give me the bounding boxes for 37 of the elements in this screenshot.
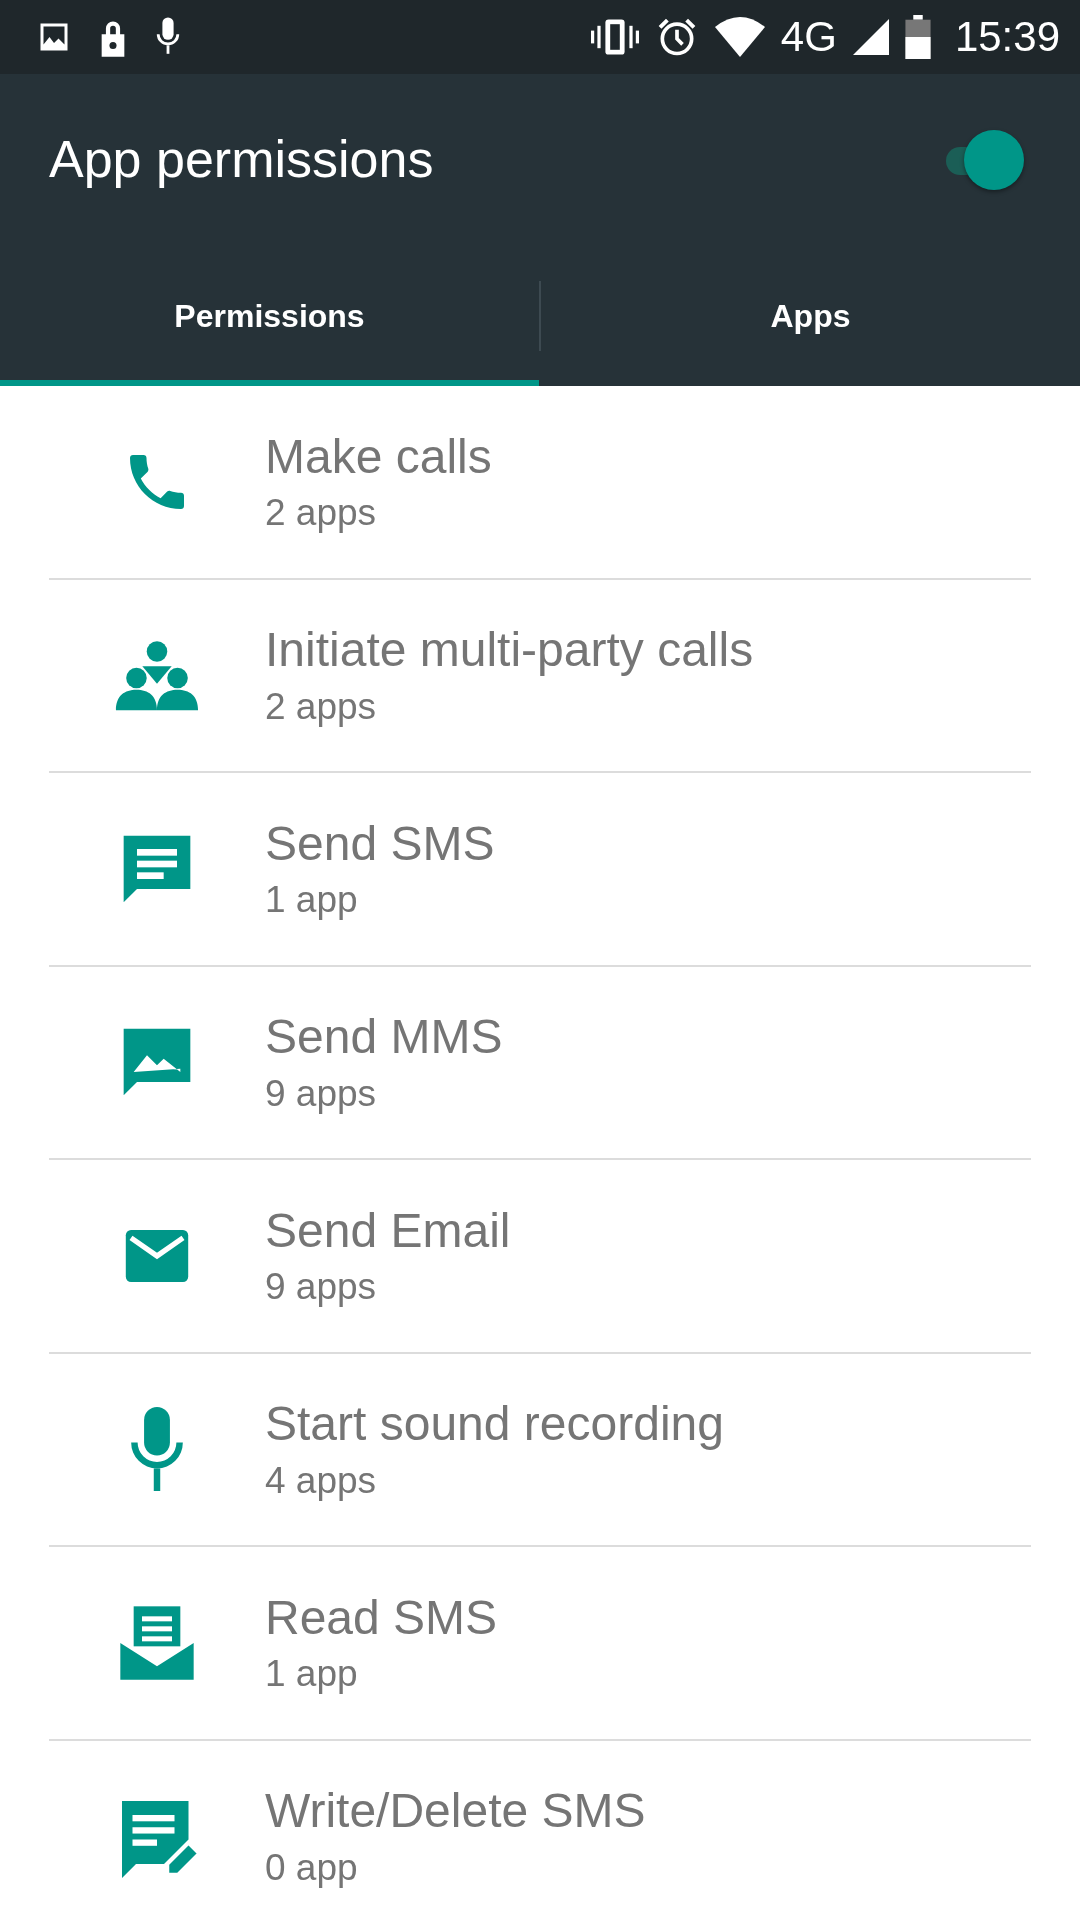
- clock-time: 15:39: [954, 16, 1060, 58]
- tab[interactable]: Apps: [541, 245, 1080, 386]
- app-count: 9 apps: [265, 1265, 378, 1310]
- app-count: 9 apps: [265, 1071, 378, 1116]
- network-type: 4G: [780, 16, 837, 58]
- permission-item[interactable]: Make calls 2 apps: [49, 386, 1031, 580]
- permission-item[interactable]: Start sound recording 4 apps: [49, 1353, 1031, 1547]
- permission-title: Initiate multi-party calls: [265, 622, 754, 679]
- permission-item[interactable]: Send MMS 9 apps: [49, 966, 1031, 1160]
- wifi-icon: [714, 17, 765, 57]
- permission-title: Send MMS: [265, 1009, 503, 1066]
- permission-title: Write/Delete SMS: [265, 1783, 646, 1840]
- permission-title: Read SMS: [265, 1589, 498, 1646]
- microphone-icon: [131, 1407, 183, 1492]
- permission-title: Start sound recording: [265, 1396, 724, 1453]
- group-icon: [113, 639, 201, 712]
- app-count: 2 apps: [265, 684, 378, 729]
- app-count: 0 app: [265, 1845, 359, 1890]
- app-count: 2 apps: [265, 491, 378, 536]
- tab[interactable]: Permissions: [0, 245, 539, 386]
- battery-icon: [904, 15, 931, 59]
- app-count: 1 app: [265, 878, 359, 923]
- permission-item[interactable]: Send SMS 1 app: [49, 773, 1031, 967]
- permission-item[interactable]: Read SMS 1 app: [49, 1547, 1031, 1741]
- envelope-icon: [125, 1229, 189, 1282]
- app-count: 4 apps: [265, 1458, 378, 1503]
- permission-title: Make calls: [265, 428, 492, 485]
- permission-title: Send SMS: [265, 815, 495, 872]
- screen-title: App permissions: [49, 129, 434, 191]
- permission-item[interactable]: Initiate multi-party calls 2 apps: [49, 579, 1031, 773]
- vibrate-icon: [590, 17, 639, 57]
- microphone-icon: [154, 17, 182, 57]
- signal-icon: [852, 19, 889, 55]
- permission-title: Send Email: [265, 1202, 511, 1259]
- app-count: 1 app: [265, 1652, 359, 1697]
- permission-item[interactable]: Write/Delete SMS 0 app: [49, 1740, 1031, 1920]
- permission-item[interactable]: Send Email 9 apps: [49, 1160, 1031, 1354]
